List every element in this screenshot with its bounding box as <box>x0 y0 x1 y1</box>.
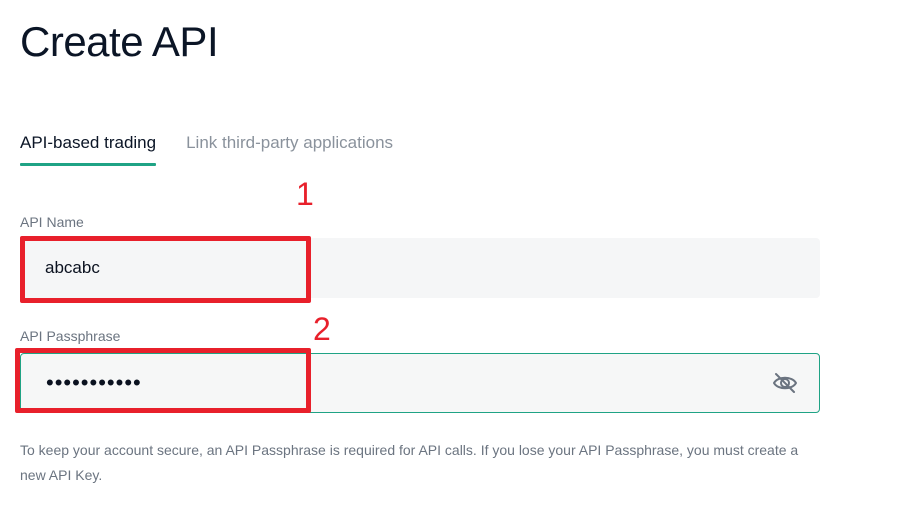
api-passphrase-label: API Passphrase <box>20 328 121 344</box>
tab-link-third-party-applications[interactable]: Link third-party applications <box>186 128 393 166</box>
api-name-label: API Name <box>20 214 84 230</box>
passphrase-helper-text: To keep your account secure, an API Pass… <box>20 442 799 483</box>
eye-slash-icon[interactable] <box>771 371 799 395</box>
tab-bar: API-based trading Link third-party appli… <box>20 128 393 166</box>
api-passphrase-input[interactable] <box>46 354 746 412</box>
api-name-input[interactable] <box>45 238 745 298</box>
api-name-field[interactable] <box>20 238 820 298</box>
page-title: Create API <box>20 18 219 65</box>
annotation-number-1: 1 <box>296 176 314 212</box>
api-passphrase-field[interactable] <box>20 353 820 413</box>
annotation-number-2: 2 <box>313 311 331 347</box>
tab-api-based-trading[interactable]: API-based trading <box>20 128 157 166</box>
